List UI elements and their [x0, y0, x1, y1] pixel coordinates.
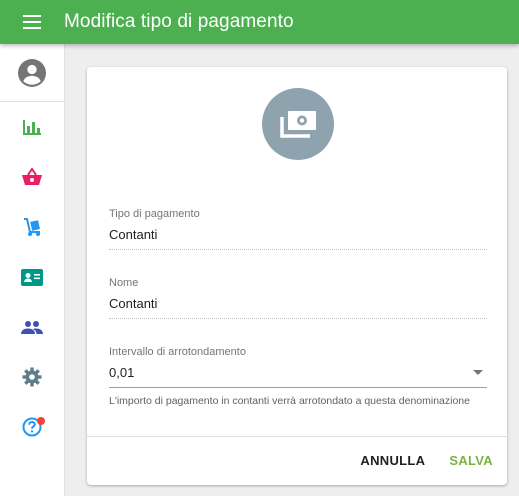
card-actions: ANNULLA SALVA: [360, 453, 493, 468]
sidebar-item-statistics[interactable]: [0, 102, 64, 152]
payment-type-field[interactable]: Tipo di pagamento Contanti: [109, 208, 487, 250]
hand-truck-icon: [24, 218, 40, 236]
contact-card-icon: [21, 268, 43, 286]
name-label: Nome: [109, 277, 139, 289]
menu-button[interactable]: [0, 0, 64, 44]
money-icon: [280, 111, 316, 138]
payment-type-underline: [109, 249, 487, 250]
notification-badge: [37, 417, 45, 425]
rounding-label: Intervallo di arrotondamento: [109, 346, 246, 358]
account-circle-icon: [18, 58, 46, 87]
app-bar: Modifica tipo di pagamento: [0, 0, 519, 44]
sidebar-item-sales[interactable]: [0, 152, 64, 202]
shopping-basket-icon: [22, 168, 42, 185]
page-title: Modifica tipo di pagamento: [64, 11, 294, 32]
account-avatar[interactable]: [0, 44, 64, 102]
rounding-interval-select[interactable]: Intervallo di arrotondamento 0,01 L'impo…: [109, 346, 487, 407]
save-button[interactable]: SALVA: [449, 453, 493, 468]
sidebar-item-users[interactable]: [0, 302, 64, 352]
name-field[interactable]: Nome Contanti: [109, 277, 487, 319]
hamburger-menu-icon: [23, 15, 41, 29]
rounding-value: 0,01: [109, 365, 135, 380]
app-window: Modifica tipo di pagamento Tipo di pagam…: [0, 0, 519, 496]
name-value: Contanti: [109, 296, 158, 311]
gear-icon: [22, 367, 42, 387]
edit-payment-type-card: Tipo di pagamento Contanti Nome Contanti…: [87, 67, 507, 485]
actions-divider: [87, 436, 507, 437]
sidebar: [0, 44, 65, 496]
name-underline: [109, 318, 487, 319]
payment-type-value: Contanti: [109, 227, 158, 242]
bar-chart-icon: [23, 120, 41, 135]
sidebar-item-settings[interactable]: [0, 352, 64, 402]
rounding-hint: L'importo di pagamento in contanti verrà…: [109, 395, 470, 407]
rounding-underline: [109, 387, 487, 388]
dropdown-arrow-icon[interactable]: [473, 369, 483, 376]
payment-type-label: Tipo di pagamento: [109, 208, 200, 220]
cancel-button[interactable]: ANNULLA: [360, 453, 425, 468]
sidebar-item-delivery[interactable]: [0, 202, 64, 252]
sidebar-item-customers[interactable]: [0, 252, 64, 302]
hero-avatar: [262, 88, 334, 160]
sidebar-item-help[interactable]: [0, 402, 64, 452]
people-icon: [21, 321, 43, 334]
